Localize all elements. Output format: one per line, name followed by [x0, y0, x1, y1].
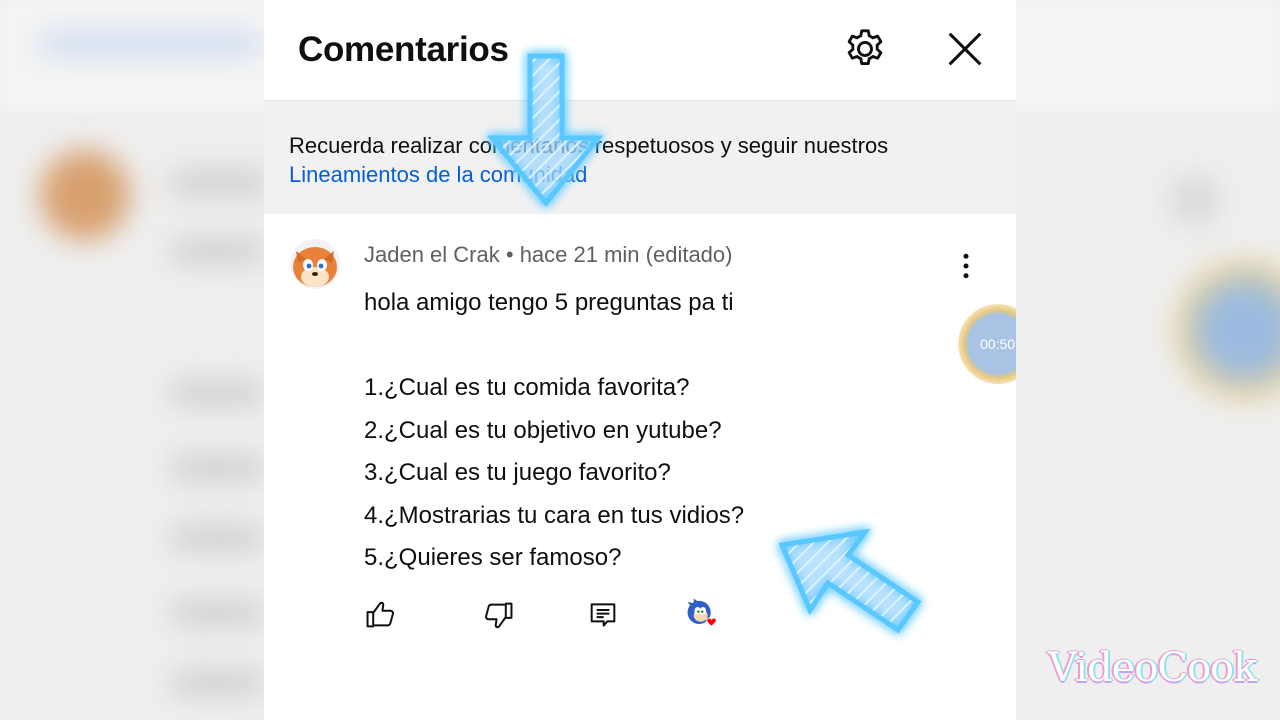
comment-line: 2.¿Cual es tu objetivo en yutube?: [364, 416, 722, 444]
background-right-circle: [1175, 260, 1280, 400]
like-button[interactable]: [364, 598, 398, 632]
comment-line: 3.¿Cual es tu juego favorito?: [364, 459, 671, 486]
background-accent-bar: [40, 36, 260, 52]
notice-text: Recuerda realizar comentarios respetuoso…: [289, 133, 889, 158]
gear-icon: [847, 29, 883, 66]
videocook-watermark: VideoCook: [1048, 645, 1257, 691]
comment-more-button[interactable]: [948, 248, 984, 284]
panel-title: Comentarios: [298, 30, 509, 69]
comment-meta: Jaden el Crak • hace 21 min (editado): [364, 240, 732, 270]
comment-line: 1.¿Cual es tu comida favorita?: [364, 374, 690, 401]
background-line: [170, 380, 265, 406]
meta-separator: •: [499, 242, 520, 267]
background-line: [170, 170, 270, 196]
comment-author[interactable]: Jaden el Crak: [364, 242, 500, 267]
close-button[interactable]: [942, 26, 988, 72]
comment-blank-line: [364, 325, 964, 368]
community-notice: Recuerda realizar comentarios respetuoso…: [264, 101, 1016, 214]
background-line: [170, 670, 265, 696]
thumb-down-icon: [485, 602, 513, 629]
avatar[interactable]: [290, 239, 340, 289]
background-line: [170, 238, 265, 264]
reply-icon: [590, 603, 616, 627]
community-guidelines-link[interactable]: Lineamientos de la comunidad: [289, 160, 587, 190]
close-icon: [948, 32, 982, 66]
comment-line: 4.¿Mostrarias tu cara en tus vidios?: [364, 501, 745, 529]
background-right-dot: [1170, 175, 1220, 225]
panel-header: Comentarios: [264, 0, 1016, 101]
settings-button[interactable]: [842, 26, 888, 72]
reply-button[interactable]: [586, 598, 620, 632]
comment-text: hola amigo tengo 5 preguntas pa ti 1.¿Cua…: [364, 282, 964, 580]
creator-heart-icon: [687, 598, 717, 628]
background-line: [170, 455, 265, 481]
comments-panel: Comentarios Recuerda realizar comentario…: [264, 0, 1016, 720]
thumb-up-icon: [366, 601, 394, 628]
comment-line: hola amigo tengo 5 preguntas pa ti: [364, 289, 734, 316]
dislike-button[interactable]: [481, 598, 515, 632]
background-avatar: [40, 150, 130, 240]
creator-heart-button[interactable]: [686, 597, 730, 637]
fox-avatar-icon: [290, 239, 340, 289]
comment-time: hace 21 min (editado): [519, 242, 733, 267]
more-vert-icon: [963, 253, 969, 279]
background-line: [170, 600, 265, 626]
timer-clip: [1016, 300, 1046, 390]
background-line: [170, 525, 265, 551]
comment-line: 5.¿Quieres ser famoso?: [364, 544, 622, 571]
